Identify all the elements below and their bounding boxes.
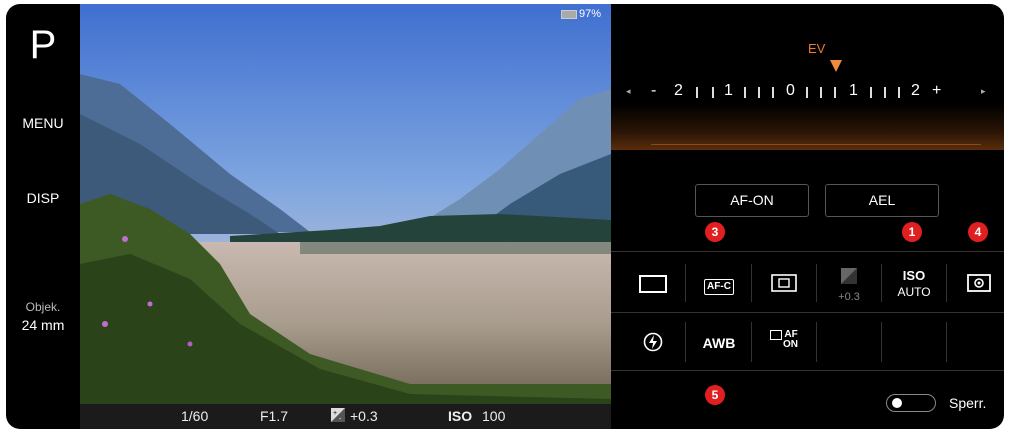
face-af-button[interactable]: AF ON <box>752 330 816 352</box>
focus-area-icon <box>771 274 797 292</box>
lock-toggle[interactable] <box>886 394 936 412</box>
ev-scale-label: + <box>932 82 942 99</box>
ev-tick <box>870 87 872 98</box>
exposure-comp-icon <box>841 268 857 284</box>
focus-mode-button[interactable]: AF-C <box>687 276 751 295</box>
ev-tick <box>884 87 886 98</box>
iso-value: AUTO <box>897 285 931 299</box>
focus-mode-value: AF-C <box>704 279 734 295</box>
ev-scale-label: 0 <box>786 82 795 99</box>
disp-button[interactable]: DISP <box>6 190 80 206</box>
ev-tick <box>758 87 760 98</box>
ev-divider <box>651 144 981 145</box>
grid-separator <box>685 264 686 302</box>
drive-mode-button[interactable] <box>621 275 685 298</box>
flash-icon <box>643 332 663 352</box>
svg-text:+: + <box>333 410 337 417</box>
grid-separator <box>816 322 817 362</box>
shutter-speed: 1/60 <box>181 408 209 424</box>
shooting-mode[interactable]: P <box>6 22 80 68</box>
ev-scale-dial[interactable]: ◂ - 2 1 0 1 2 + ▸ <box>626 82 996 106</box>
ev-tick <box>744 87 746 98</box>
face-af-on-icon: AF ON <box>770 330 798 350</box>
ev-label: EV <box>808 41 826 56</box>
lock-label: Sperr. <box>949 395 987 411</box>
ael-button[interactable]: AEL <box>825 184 939 217</box>
scroll-left-icon[interactable]: ◂ <box>626 86 631 97</box>
ev-scale-label: 1 <box>849 82 858 99</box>
left-rail: P MENU DISP Objek. 24 mm <box>6 4 80 429</box>
lens-label: Objek. <box>25 300 61 314</box>
viewfinder-live-view[interactable]: 97% <box>80 4 611 404</box>
control-panel: EV ◂ - 2 1 0 1 2 + ▸ AF-ON AEL 3 1 4 5 A… <box>611 4 1004 429</box>
ev-scale-label: 2 <box>911 82 920 99</box>
grid-separator <box>685 322 686 362</box>
focal-length: 24 mm <box>21 317 65 333</box>
callout-badge: 1 <box>902 222 922 242</box>
ev-tick <box>834 87 836 98</box>
battery-percent: 97% <box>578 8 601 20</box>
exposure-comp-value: +0.3 <box>350 408 378 424</box>
callout-badge: 4 <box>968 222 988 242</box>
toggle-knob <box>892 398 902 408</box>
landscape-image <box>80 4 611 404</box>
grid-divider <box>611 251 1004 252</box>
grid-divider <box>611 370 1004 371</box>
grid-divider <box>611 312 1004 313</box>
grid-separator <box>881 322 882 362</box>
ev-tick <box>696 87 698 98</box>
exposure-comp-icon: + - <box>331 408 345 425</box>
metering-icon <box>967 274 991 292</box>
scroll-right-icon[interactable]: ▸ <box>981 86 986 97</box>
camera-screen: P MENU DISP Objek. 24 mm 97% 1/60 F1.7 +… <box>6 4 1004 429</box>
iso-label: ISO <box>448 408 473 424</box>
menu-button[interactable]: MENU <box>6 115 80 131</box>
battery-indicator: 97% <box>560 8 601 20</box>
metering-button[interactable] <box>947 274 1004 297</box>
exposure-comp-button[interactable]: +0.3 <box>817 268 881 303</box>
exposure-status-bar: 1/60 F1.7 + - +0.3 ISO 100 <box>80 404 611 429</box>
ev-tick <box>820 87 822 98</box>
ev-tick <box>806 87 808 98</box>
flash-button[interactable] <box>621 332 685 357</box>
ev-scale-label: - <box>651 82 657 99</box>
ev-tick <box>712 87 714 98</box>
lens-info[interactable]: Objek. 24 mm <box>6 300 80 333</box>
iso-button[interactable]: ISO AUTO <box>882 268 946 299</box>
ev-pointer-icon <box>830 60 842 72</box>
af-on-button[interactable]: AF-ON <box>695 184 809 217</box>
ev-scale-label: 2 <box>674 82 683 99</box>
aperture: F1.7 <box>260 408 289 424</box>
ev-tick <box>898 87 900 98</box>
iso-label: ISO <box>902 268 926 283</box>
face-af-on-text: ON <box>783 339 798 350</box>
iso-value: 100 <box>482 408 506 424</box>
white-balance-button[interactable]: AWB <box>687 335 751 351</box>
grid-separator <box>946 322 947 362</box>
single-shot-rectangle-icon <box>639 275 667 293</box>
ev-tick <box>772 87 774 98</box>
battery-icon <box>560 9 577 19</box>
ev-scale-label: 1 <box>724 82 733 99</box>
exposure-comp-value: +0.3 <box>838 291 860 303</box>
callout-badge: 3 <box>705 222 725 242</box>
focus-area-button[interactable] <box>752 274 816 297</box>
callout-badge: 5 <box>705 385 725 405</box>
